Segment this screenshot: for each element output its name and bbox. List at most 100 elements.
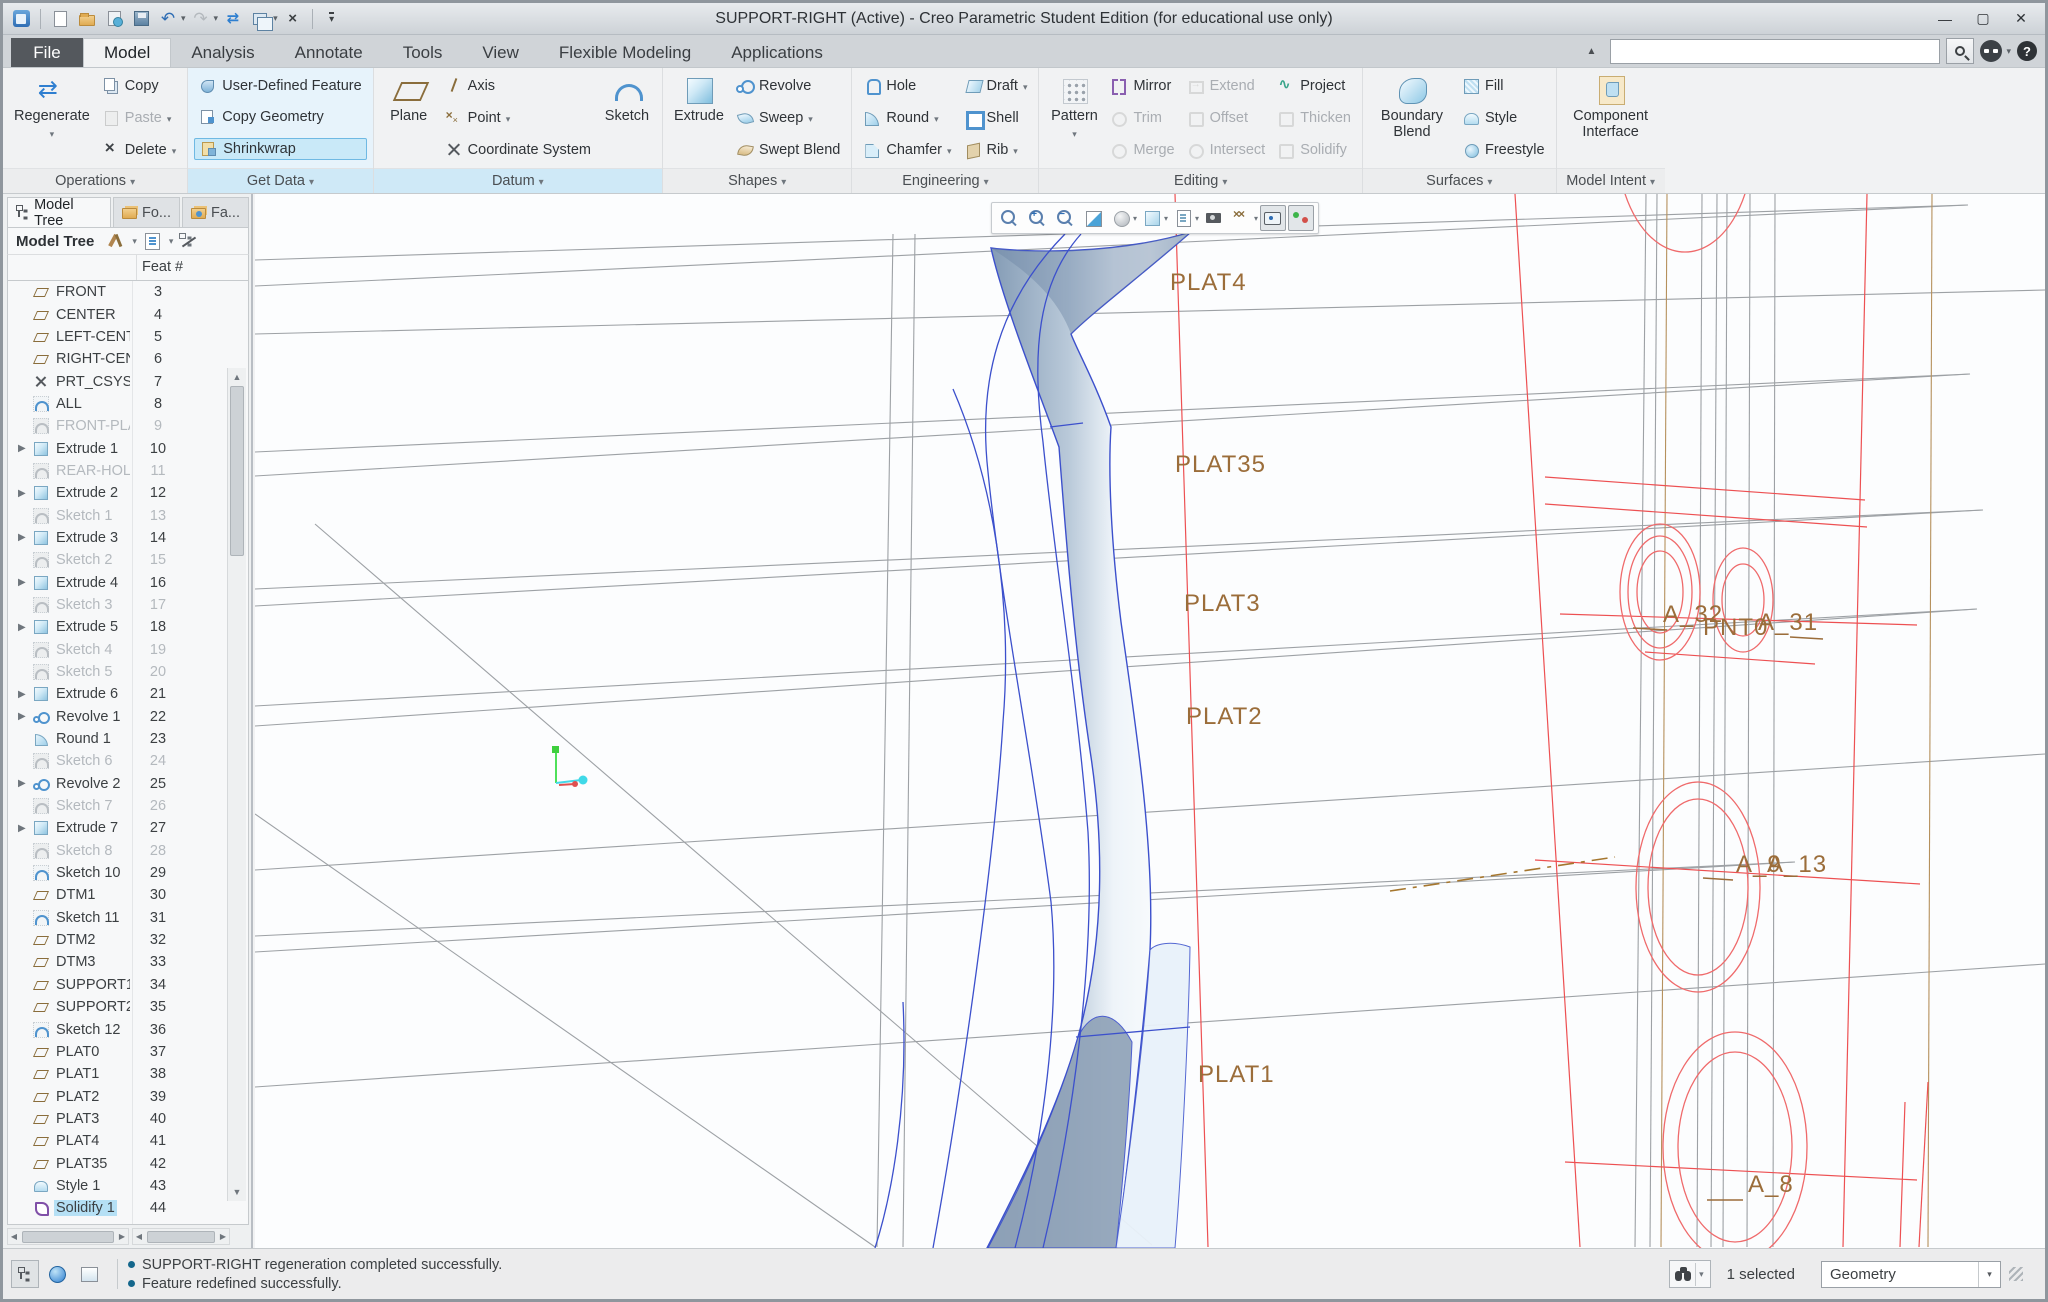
model-tree-item[interactable]: Sketch 317 [8,594,229,616]
group-label-get-data[interactable]: Get Data [188,168,372,193]
undo-dropdown[interactable]: ▾ [181,13,186,24]
model-tree-item[interactable]: ▶Extrude 727 [8,817,229,839]
expand-arrow-icon[interactable]: ▶ [18,689,33,700]
model-tree-item[interactable]: PLAT3542 [8,1152,229,1174]
shading-style-button[interactable] [1108,205,1134,231]
spin-center-button[interactable] [1288,205,1314,231]
close-window-button[interactable]: × [281,7,305,31]
coordinate-system-button[interactable]: Coordinate System [440,140,596,160]
model-tree-item[interactable]: Sketch 726 [8,795,229,817]
boundary-blend-button[interactable]: Boundary Blend [1369,70,1455,166]
tab-flexible-modeling[interactable]: Flexible Modeling [539,38,711,67]
model-tree-item[interactable]: ▶Extrude 621 [8,683,229,705]
group-label-operations[interactable]: Operations [3,168,187,193]
display-style-button[interactable] [1139,205,1165,231]
model-tree-item[interactable]: Sketch 1029 [8,862,229,884]
tree-filter-hide-icon[interactable] [179,232,199,250]
maximize-button[interactable]: ▢ [1965,7,2001,31]
graphics-area[interactable]: PLAT4 PLAT35 PLAT3 PLAT2 PLAT1 A_32 PNT0… [255,194,2045,1248]
model-tree-item[interactable]: ▶Extrude 110 [8,437,229,459]
model-tree-item[interactable]: FRONT3 [8,281,229,303]
group-label-model-intent[interactable]: Model Intent [1557,168,1665,193]
model-tree-item[interactable]: Sketch 1131 [8,907,229,929]
draft-button[interactable]: Draft [959,76,1033,96]
zoom-out-button[interactable]: − [1052,205,1078,231]
model-tree-item[interactable]: ▶Extrude 416 [8,571,229,593]
axis-button[interactable]: Axis [440,76,596,96]
expand-arrow-icon[interactable]: ▶ [18,823,33,834]
expand-arrow-icon[interactable]: ▶ [18,778,33,789]
tree-hscrollbar-left[interactable]: ◀▶ [7,1228,129,1245]
window-switch-button[interactable] [248,7,272,31]
group-label-shapes[interactable]: Shapes [663,168,851,193]
group-label-datum[interactable]: Datum [374,168,662,193]
scroll-down-arrow[interactable]: ▼ [230,1185,244,1199]
model-tree-item[interactable]: ▶Extrude 518 [8,616,229,638]
expand-arrow-icon[interactable]: ▶ [18,532,33,543]
model-tree-item[interactable]: ▶Revolve 225 [8,773,229,795]
model-tree-item[interactable]: Sketch 419 [8,639,229,661]
saved-orientations-button[interactable] [1170,205,1196,231]
round-button[interactable]: Round [858,108,956,128]
user-defined-feature-button[interactable]: User-Defined Feature [194,76,366,96]
repaint-button[interactable] [1080,205,1106,231]
expand-arrow-icon[interactable]: ▶ [18,443,33,454]
model-tree-item[interactable]: Sketch 1236 [8,1018,229,1040]
style-button[interactable]: Style [1457,108,1550,128]
regenerate-button[interactable]: Regenerate [9,70,95,166]
model-tree-item[interactable]: PLAT239 [8,1085,229,1107]
tree-settings-dropdown[interactable]: ▾ [169,236,174,247]
tree-tools-dropdown[interactable]: ▾ [132,236,137,247]
plane-button[interactable]: Plane [380,70,438,166]
undo-button[interactable]: ↶ [156,7,180,31]
model-tree-item[interactable]: DTM232 [8,929,229,951]
scroll-up-arrow[interactable]: ▲ [230,370,244,384]
hole-button[interactable]: Hole [858,76,956,96]
model-tree-item[interactable]: Solidify 144 [8,1197,229,1219]
construction-lines-red[interactable] [1175,194,1928,1247]
tab-applications[interactable]: Applications [711,38,843,67]
tab-file[interactable]: File [11,38,83,67]
zoom-window-button[interactable] [996,205,1022,231]
model-tree-item[interactable]: LEFT-CENTER5 [8,326,229,348]
save-button[interactable] [129,7,153,31]
tab-analysis[interactable]: Analysis [171,38,274,67]
model-tree-item[interactable]: PLAT037 [8,1041,229,1063]
model-tree-item[interactable]: REAR-HOLES11 [8,460,229,482]
tree-tools-icon[interactable] [106,232,126,250]
datum-tags[interactable]: PLAT4 PLAT35 PLAT3 PLAT2 PLAT1 A_32 PNT0… [1170,269,1827,1200]
model-tree-item[interactable]: PRT_CSYS_D7 [8,370,229,392]
model-tree-item[interactable]: PLAT441 [8,1130,229,1152]
group-label-surfaces[interactable]: Surfaces [1363,168,1556,193]
model-tree-item[interactable]: Sketch 624 [8,750,229,772]
feat-number-column-header[interactable]: Feat # [142,259,183,275]
model-tree-item[interactable]: ▶Extrude 212 [8,482,229,504]
new-file-button[interactable] [48,7,72,31]
delete-button[interactable]: Delete [97,140,181,160]
tab-model[interactable]: Model [83,38,171,67]
model-surface[interactable] [987,232,1191,1248]
tab-annotate[interactable]: Annotate [275,38,383,67]
group-label-editing[interactable]: Editing [1039,168,1362,193]
model-tree-item[interactable]: ▶Revolve 122 [8,706,229,728]
chamfer-button[interactable]: Chamfer [858,140,956,160]
model-tree-item[interactable]: SUPPORT134 [8,974,229,996]
model-tree-item[interactable]: RIGHT-CENT6 [8,348,229,370]
mirror-button[interactable]: Mirror [1105,76,1179,96]
view-manager-button[interactable] [1201,205,1227,231]
model-tree-item[interactable]: ▶Extrude 314 [8,527,229,549]
search-tool-button[interactable]: ▾ [1669,1260,1711,1288]
collapse-ribbon-button[interactable]: ▲ [1578,40,1604,62]
resize-grip[interactable] [2009,1267,2023,1281]
panel-tab-favorites[interactable]: Fa... [182,197,249,227]
model-tree-item[interactable]: Sketch 828 [8,840,229,862]
tree-settings-icon[interactable] [143,232,163,250]
freestyle-button[interactable]: Freestyle [1457,140,1550,160]
tree-hscrollbar-right[interactable]: ◀▶ [132,1228,230,1245]
panel-tab-model-tree[interactable]: Model Tree [7,197,111,227]
expand-arrow-icon[interactable]: ▶ [18,488,33,499]
model-tree-item[interactable]: Style 143 [8,1175,229,1197]
fill-button[interactable]: Fill [1457,76,1550,96]
project-button[interactable]: Project [1272,76,1356,96]
tab-tools[interactable]: Tools [383,38,463,67]
